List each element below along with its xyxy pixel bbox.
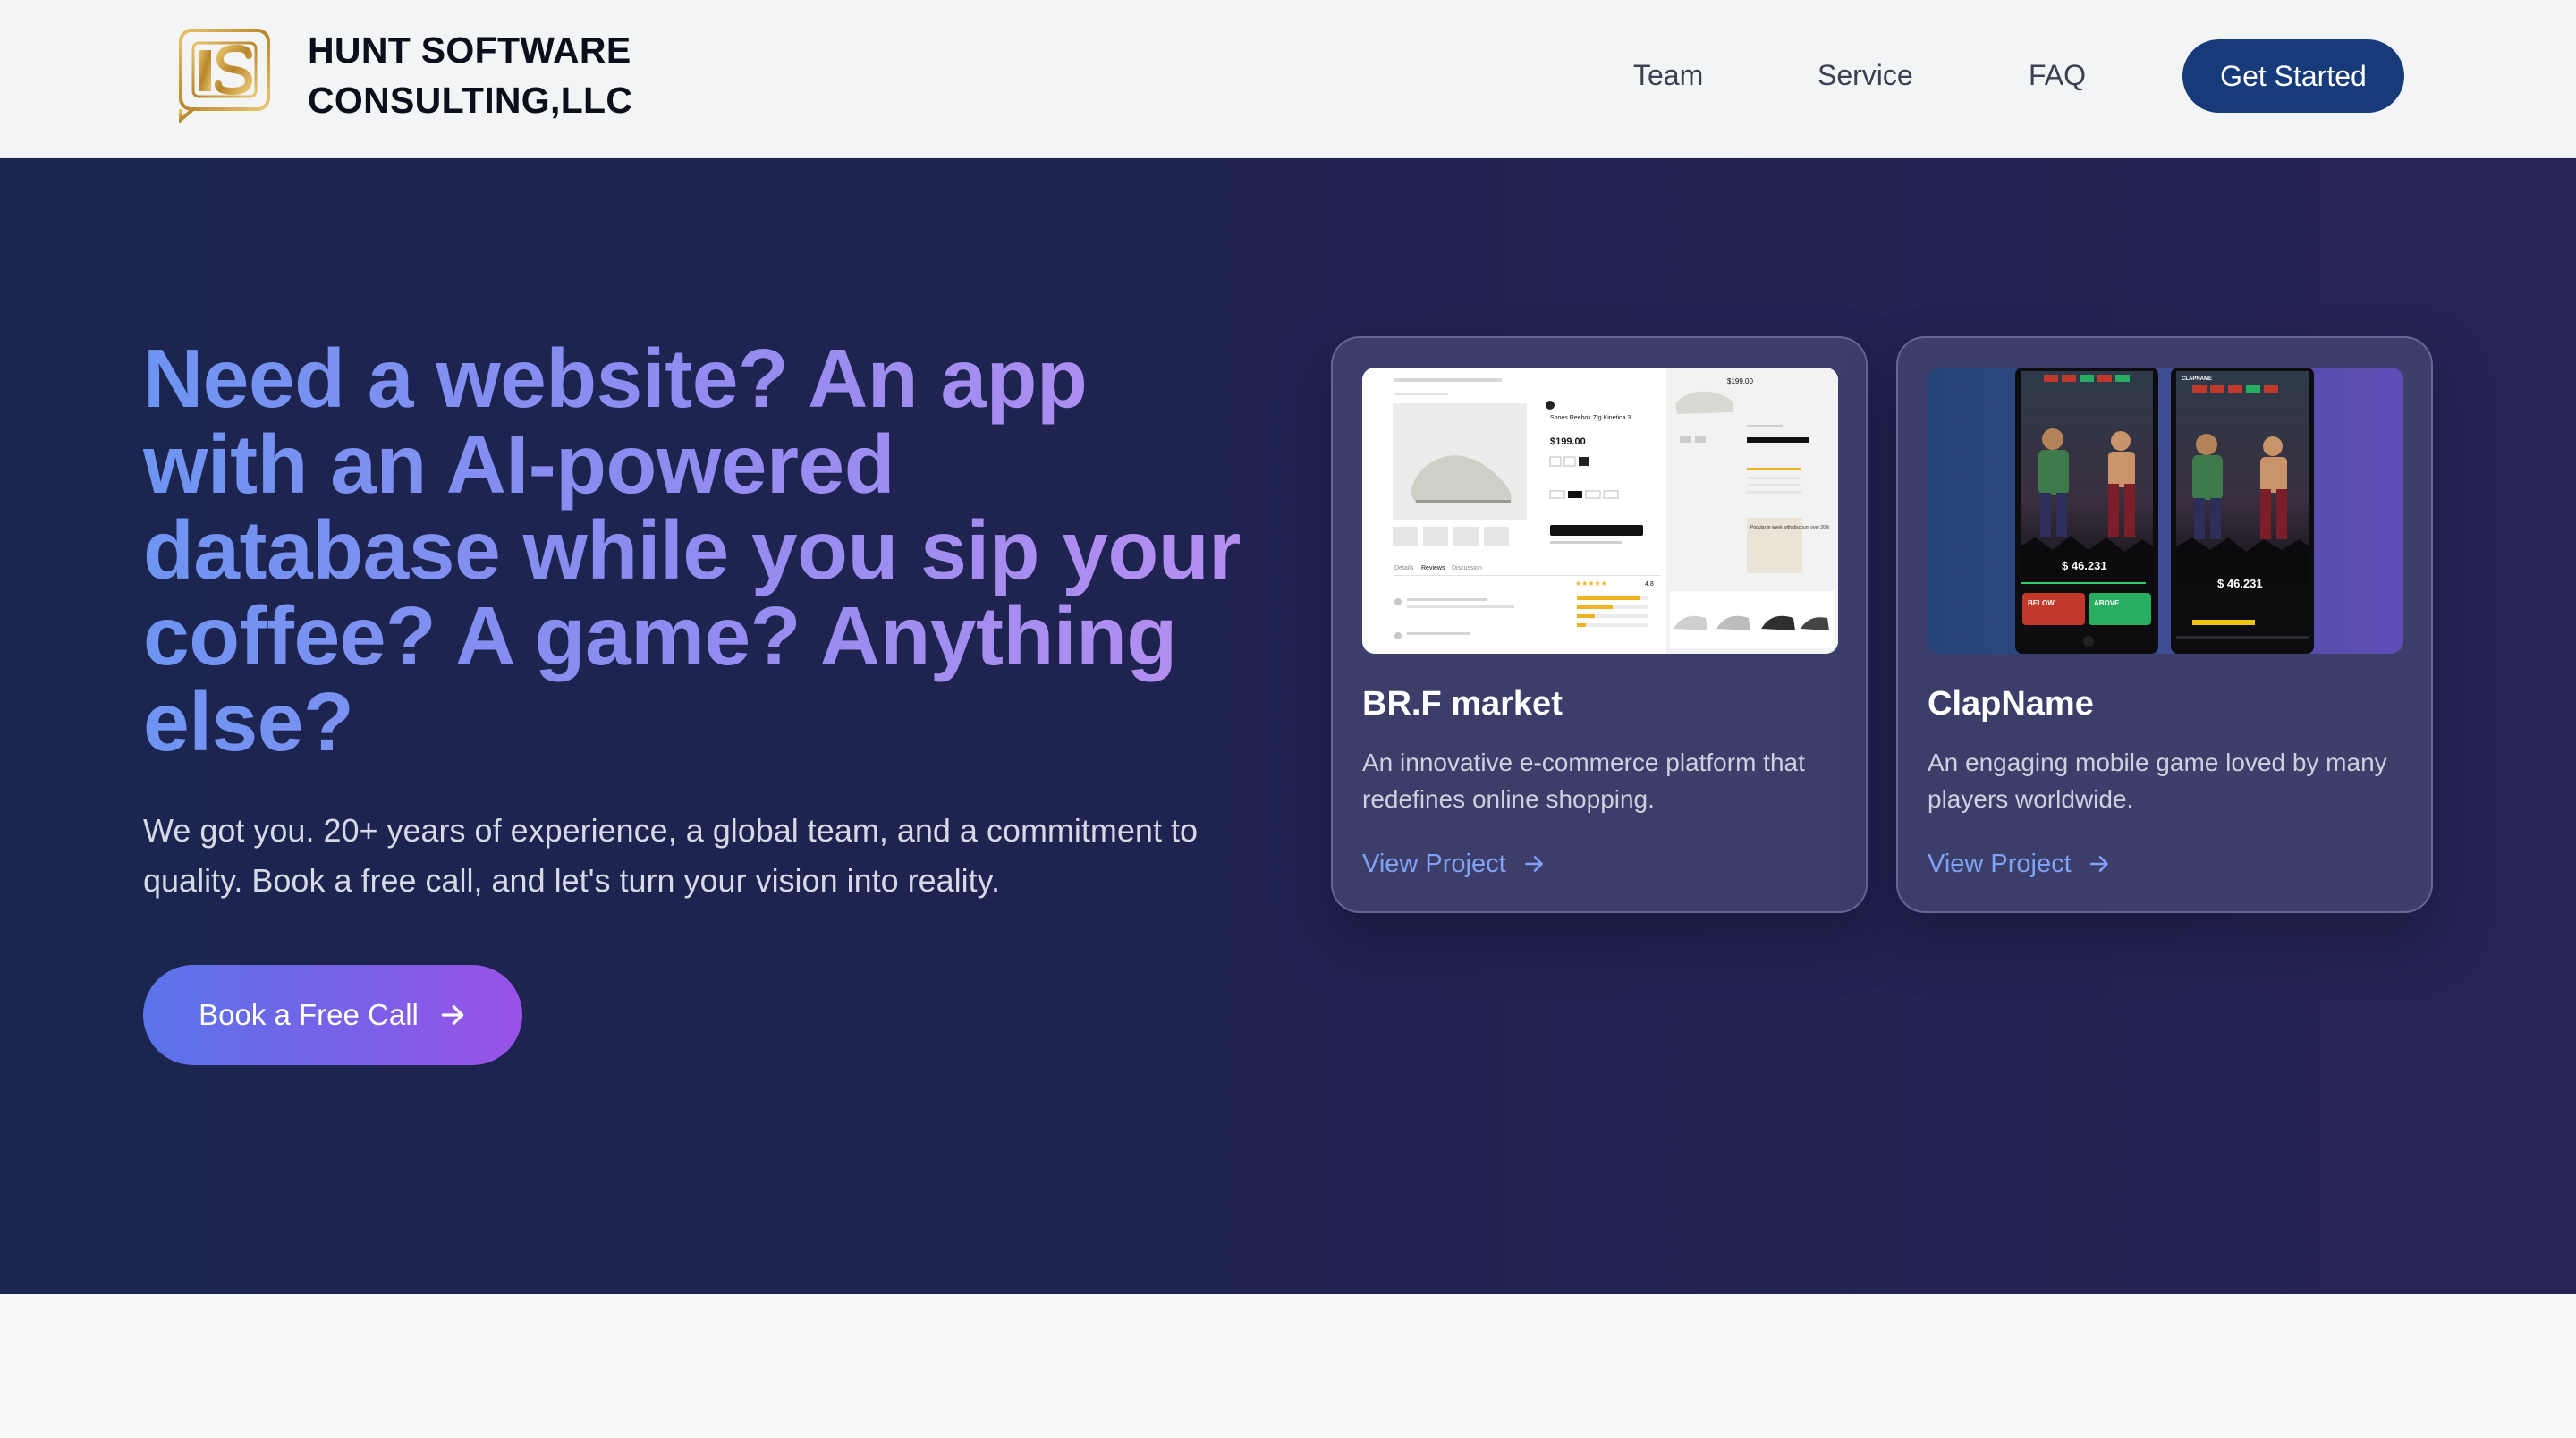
project-thumbnail-game[interactable]: $ 46.231 BELOW ABOVE CLAPNAME $ 46.231 xyxy=(1928,368,2403,654)
view-project-label: View Project xyxy=(1928,850,2072,878)
thumb-tab-discussion: Discussion xyxy=(1452,565,1482,571)
thumb-promo: Popular in week with discount over 20% xyxy=(1750,525,1830,530)
game-screenshot-graphic: $ 46.231 BELOW ABOVE CLAPNAME $ 46.231 xyxy=(1928,368,2403,654)
hero-subtext: We got you. 20+ years of experience, a g… xyxy=(143,812,1198,899)
thumb-tab-details: Details xyxy=(1394,565,1414,571)
nav-link-team[interactable]: Team xyxy=(1633,55,1703,95)
hero-section: Need a website? An app with an AI-powere… xyxy=(0,158,2576,1294)
project-description: An innovative e-commerce platform that r… xyxy=(1362,749,1805,813)
thumb-side-price: $199.00 xyxy=(1727,377,1753,385)
site-header: HUNT SOFTWARE CONSULTING,LLC Team Servic… xyxy=(0,0,2576,158)
company-logo-icon[interactable] xyxy=(177,27,272,123)
game-below-label: BELOW xyxy=(2028,599,2055,607)
book-free-call-label: Book a Free Call xyxy=(199,998,419,1031)
hero-headline: Need a website? An app with an AI-powere… xyxy=(143,335,1270,765)
view-project-label: View Project xyxy=(1362,850,1506,878)
company-name-line-2: CONSULTING,LLC xyxy=(308,80,633,121)
view-project-link[interactable]: View Project xyxy=(1362,846,1546,882)
company-name[interactable]: HUNT SOFTWARE CONSULTING,LLC xyxy=(308,25,632,125)
arrow-right-icon xyxy=(1524,856,1543,872)
project-title: BR.F market xyxy=(1362,685,1563,723)
product-price-text: $199.00 xyxy=(1550,436,1586,447)
project-card-clapname[interactable]: $ 46.231 BELOW ABOVE CLAPNAME $ 46.231 C… xyxy=(1896,336,2433,913)
game-price-right: $ 46.231 xyxy=(2217,577,2263,590)
get-started-button[interactable]: Get Started xyxy=(2182,39,2404,113)
nav-link-service[interactable]: Service xyxy=(1818,55,1913,95)
next-section xyxy=(0,1294,2576,1438)
svg-text:★★★★★: ★★★★★ xyxy=(1575,579,1607,588)
view-project-link[interactable]: View Project xyxy=(1928,846,2111,882)
project-card-brf-market[interactable]: Shoes Reebok Zig Kinetica 3 $199.00 Deta… xyxy=(1331,336,1868,913)
thumb-tab-reviews: Reviews xyxy=(1421,565,1445,571)
game-brand-label: CLAPNAME xyxy=(2182,376,2212,382)
thumb-rating: 4.8 xyxy=(1645,581,1654,588)
company-name-line-1: HUNT SOFTWARE xyxy=(308,30,631,71)
project-title: ClapName xyxy=(1928,685,2094,723)
project-description: An engaging mobile game loved by many pl… xyxy=(1928,749,2387,813)
nav-link-faq[interactable]: FAQ xyxy=(2029,55,2086,95)
arrow-right-icon xyxy=(2089,856,2108,872)
book-free-call-button[interactable]: Book a Free Call xyxy=(143,965,522,1065)
product-name-text: Shoes Reebok Zig Kinetica 3 xyxy=(1550,415,1631,421)
project-thumbnail-ecommerce[interactable]: Shoes Reebok Zig Kinetica 3 $199.00 Deta… xyxy=(1362,368,1838,654)
game-price-left: $ 46.231 xyxy=(2062,559,2107,572)
arrow-right-icon xyxy=(441,1005,464,1025)
game-above-label: ABOVE xyxy=(2094,599,2120,607)
ecommerce-screenshot-graphic: Shoes Reebok Zig Kinetica 3 $199.00 Deta… xyxy=(1362,368,1838,654)
